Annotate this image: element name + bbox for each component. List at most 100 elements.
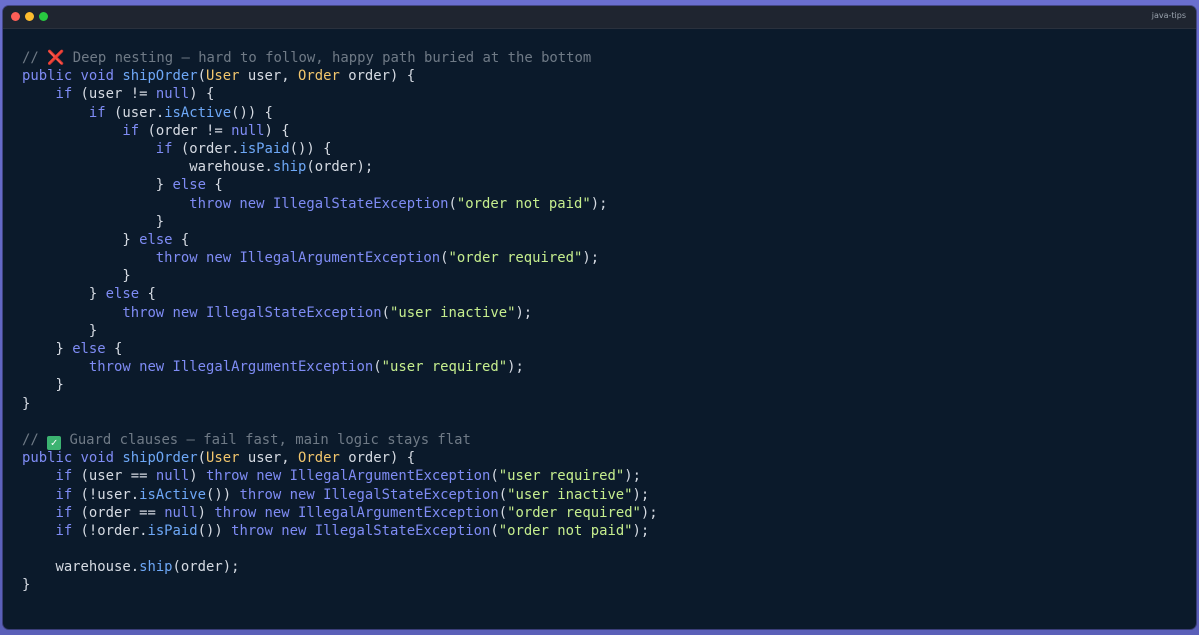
code-token: } [22,177,173,194]
code-token: ); [507,359,524,376]
code-line: // ✓ Guard clauses — fail fast, main log… [22,431,658,450]
method-name: shipOrder [122,450,198,467]
code-line: if (!user.isActive()) throw new IllegalS… [22,486,658,504]
code-keyword: else [139,231,173,248]
method-name: isActive [139,486,206,503]
code-keyword: public void [22,68,123,85]
code-line: if (user.isActive()) { [22,104,658,122]
code-token: user, [239,450,299,467]
code-keyword: if [22,468,81,485]
code-line: throw new IllegalArgumentException("user… [22,358,658,376]
code-line: if (!order.isPaid()) throw new IllegalSt… [22,522,658,540]
code-token: (!user. [80,486,140,503]
code-keyword: else [172,177,206,194]
window-title: java-tips [1151,11,1186,20]
code-token: { [105,341,123,357]
code-token: ); [582,250,600,267]
code-token: ( [373,359,382,376]
code-token: } [22,231,140,248]
code-keyword: if [22,140,181,157]
code-token: (user == [80,468,156,485]
code-token: ( [197,68,207,85]
type-name: User [206,450,240,467]
code-line: throw new IllegalStateException("user in… [22,304,658,322]
code-line: } else { [22,176,658,194]
code-line: throw new IllegalStateException("order n… [22,195,658,213]
code-token: ( [498,504,508,521]
code-line: } else { [22,340,658,358]
code-line: public void shipOrder(User user, Order o… [22,67,658,85]
string-literal: "user required" [498,468,625,485]
code-token: ( [381,304,390,321]
code-token: } [22,377,64,394]
code-keyword: throw new [22,195,273,212]
code-comment: Guard clauses — fail fast, main logic st… [61,431,471,448]
code-keyword: if [22,122,148,139]
class-name: IllegalArgumentException [289,468,491,485]
code-comment: Deep nesting — hard to follow, happy pat… [64,50,592,66]
code-line: if (order.isPaid()) { [22,140,658,158]
code-token: { [139,286,156,303]
class-name: IllegalStateException [205,304,382,321]
code-token: (order); [172,559,240,576]
class-name: IllegalArgumentException [298,504,499,521]
code-keyword: throw new [214,504,299,521]
code-line: throw new IllegalArgumentException("orde… [22,249,658,267]
code-token: ()) { [231,104,273,121]
code-token: warehouse. [22,559,140,576]
code-token: user, [239,68,299,85]
type-name: Order [298,450,340,467]
code-token: ); [640,504,658,521]
code-line: } else { [22,285,658,303]
cross-mark-icon: ❌ [47,50,65,66]
code-token: ) [189,468,207,485]
code-token: (order == [80,504,165,521]
code-keyword: if [22,504,81,521]
code-keyword: if [22,486,81,503]
code-token: ( [490,468,499,485]
maximize-window-button[interactable] [39,12,48,21]
code-token: ) { [264,122,290,139]
code-line: } [22,267,658,285]
string-literal: "order required" [448,250,583,267]
code-line: if (order == null) throw new IllegalArgu… [22,504,658,522]
code-line: } [22,376,658,394]
code-token: ( [498,486,508,503]
class-name: IllegalArgumentException [172,359,374,376]
code-token: } [22,577,31,594]
code-comment: // [22,50,48,66]
code-token: (order); [306,159,374,176]
code-line: if (user != null) { [22,85,658,103]
string-literal: "user required" [381,359,508,376]
string-literal: "user inactive" [507,486,633,503]
code-keyword: throw new [239,486,324,503]
code-token: warehouse. [22,159,273,176]
code-line: warehouse.ship(order); [22,158,658,176]
class-name: IllegalStateException [272,195,449,212]
string-literal: "order not paid" [456,195,591,212]
code-keyword: throw new [22,304,206,321]
code-token: ()) { [289,140,332,157]
code-token: (!order. [80,522,148,539]
window-titlebar: java-tips [3,6,1196,29]
class-name: IllegalStateException [314,522,491,539]
code-line: public void shipOrder(User user, Order o… [22,449,658,467]
string-literal: "order not paid" [498,522,633,539]
code-token: order) { [339,450,416,467]
code-token: ); [515,304,533,321]
code-editor: // ❌ Deep nesting — hard to follow, happ… [22,49,658,595]
code-token: (user. [114,104,165,121]
code-line: warehouse.ship(order); [22,558,658,576]
method-name: shipOrder [122,68,198,85]
code-token: } [22,395,31,412]
class-name: IllegalArgumentException [239,250,441,267]
code-keyword: throw new [22,250,240,267]
code-token: } [22,213,165,230]
code-comment: // [22,431,48,448]
method-name: isPaid [147,522,198,539]
minimize-window-button[interactable] [25,12,34,21]
code-token: (order != [147,122,232,139]
code-keyword: null [231,122,265,139]
code-keyword: null [155,468,190,485]
close-window-button[interactable] [11,12,20,21]
